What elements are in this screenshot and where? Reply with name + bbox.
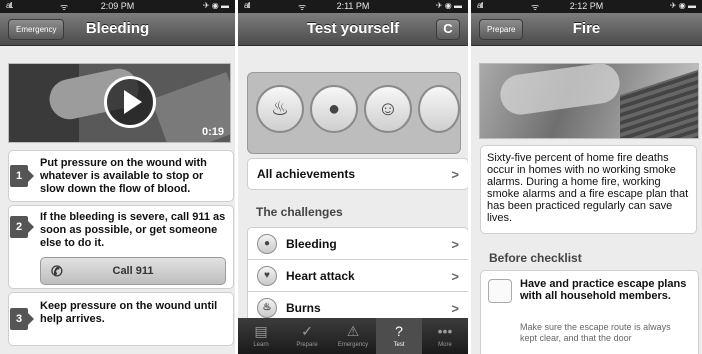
checkmark-icon: ✓ [301,323,313,339]
step-number: 3 [10,308,34,330]
video-player[interactable]: 0:19 [8,63,231,143]
nav-bar: Emergency Bleeding [0,13,235,46]
roof-shape [620,64,698,138]
step-text: If the bleeding is severe, call 911 as s… [40,211,226,249]
tab-learn[interactable]: ▤ Learn [238,318,284,354]
status-bar: atl ᯤ 2:11 PM ✈ ◉ ▬ [238,0,468,13]
fire-image [479,63,699,139]
step-text: Keep pressure on the wound until help ar… [40,300,218,325]
tab-label: Emergency [337,342,369,348]
chevron-right-icon: > [451,237,459,252]
tab-prepare[interactable]: ✓ Prepare [284,318,330,354]
partial-medal-icon[interactable] [418,85,460,133]
checklist-item-title: Have and practice escape plans with all … [520,278,687,302]
challenge-label: Bleeding [286,237,337,251]
play-triangle [124,90,142,114]
tab-emergency[interactable]: ⚠ Emergency [330,318,376,354]
video-duration: 0:19 [201,126,224,138]
tab-more[interactable]: ••• More [422,318,468,354]
more-icon: ••• [437,323,453,339]
fire-description: Sixty-five percent of home fire deaths o… [480,145,697,234]
screen-test-yourself: atl ᯤ 2:11 PM ✈ ◉ ▬ Test yourself C ♨ ● … [238,0,468,354]
play-icon[interactable] [104,76,156,128]
step-text: Put pressure on the wound with whatever … [40,157,207,195]
step-number: 2 [10,216,34,238]
nav-bar: Prepare Fire [471,13,702,46]
page-title: Bleeding [85,20,150,37]
tab-label: Test [393,342,405,348]
checklist-item-body: Make sure the escape route is always kep… [520,322,671,343]
status-time: 2:12 PM [569,1,604,11]
section-heading: Before checklist [489,251,582,265]
checklist-checkbox[interactable] [488,279,512,303]
call-911-button[interactable]: ✆ Call 911 [40,257,226,285]
blood-drop-medal-icon[interactable]: ● [310,85,358,133]
battery-icon: ✈ ◉ ▬ [669,1,696,10]
tab-bar: ▤ Learn ✓ Prepare ⚠ Emergency ? Test •••… [238,318,468,354]
person-medal-icon[interactable]: ☺ [364,85,412,133]
nav-bar: Test yourself C [238,13,468,46]
flame-medal-icon[interactable]: ♨ [256,85,304,133]
achievements-carousel[interactable]: ♨ ● ☺ [247,72,461,154]
screen-fire: atl ᯤ 2:12 PM ✈ ◉ ▬ Prepare Fire Sixty-f… [471,0,702,354]
page-title: Fire [572,20,601,37]
chevron-right-icon: > [451,167,459,182]
challenge-label: Burns [286,301,321,315]
question-icon: ? [395,323,403,339]
status-time: 2:11 PM [336,1,370,11]
battery-icon: ✈ ◉ ▬ [435,1,462,10]
book-icon: ▤ [254,323,268,339]
tab-label: More [438,342,452,348]
status-bar: atl ᯤ 2:12 PM ✈ ◉ ▬ [471,0,702,13]
chevron-right-icon: > [451,301,459,316]
tab-label: Prepare [296,342,318,348]
tab-test[interactable]: ? Test [376,318,422,354]
section-heading: The challenges [256,205,343,219]
refresh-icon[interactable]: C [436,19,460,40]
phone-icon: ✆ [51,263,63,279]
blood-drop-icon: ● [257,234,277,254]
page-title: Test yourself [306,20,400,37]
challenge-row-heart-attack[interactable]: ♥ Heart attack > [247,259,468,292]
challenge-label: Heart attack [286,269,355,283]
tab-label: Learn [253,342,269,348]
flame-icon: ♨ [257,298,277,318]
all-achievements-row[interactable]: All achievements > [247,158,468,190]
call-button-label: Call 911 [112,265,154,277]
status-time: 2:09 PM [100,1,135,11]
step-number: 1 [10,165,34,187]
battery-icon: ✈ ◉ ▬ [202,1,229,10]
heart-icon: ♥ [257,266,277,286]
warning-icon: ⚠ [346,323,360,339]
chevron-right-icon: > [451,269,459,284]
all-achievements-label: All achievements [257,167,356,181]
challenge-row-bleeding[interactable]: ● Bleeding > [247,227,468,260]
smoke-shape [497,64,623,118]
status-bar: atl. ᯤ 2:09 PM ✈ ◉ ▬ [0,0,235,13]
screen-bleeding: atl. ᯤ 2:09 PM ✈ ◉ ▬ Emergency Bleeding … [0,0,235,354]
